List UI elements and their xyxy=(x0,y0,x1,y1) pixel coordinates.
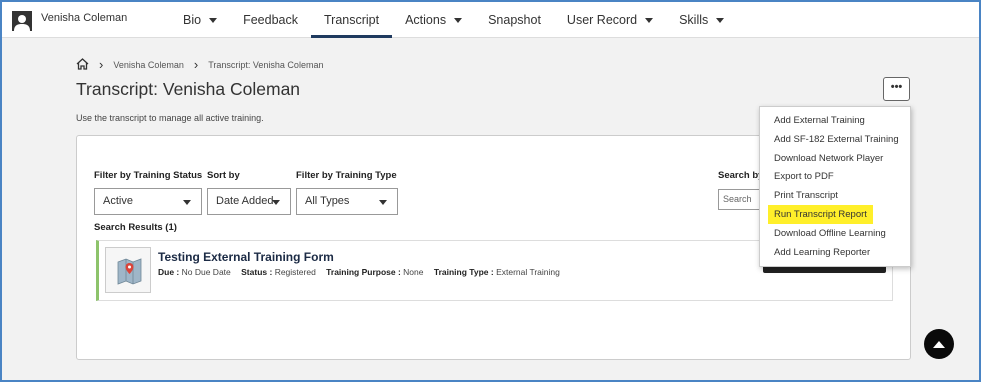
menu-item-print-transcript[interactable]: Print Transcript xyxy=(760,187,910,206)
menu-item-label: Download Offline Learning xyxy=(774,227,886,239)
menu-item-add-external-training[interactable]: Add External Training xyxy=(760,112,910,131)
chevron-right-icon: › xyxy=(193,57,199,72)
chevron-right-icon: › xyxy=(99,57,104,72)
top-navigation: Venisha Coleman Bio Feedback Transcript … xyxy=(2,2,979,38)
menu-item-label: Download Network Player xyxy=(774,152,884,164)
menu-item-download-network-player[interactable]: Download Network Player xyxy=(760,150,910,169)
chevron-down-icon xyxy=(183,200,191,205)
tab-bio[interactable]: Bio xyxy=(170,2,230,38)
home-icon[interactable] xyxy=(76,57,89,72)
type-value: External Training xyxy=(496,267,560,277)
tab-label: Skills xyxy=(679,13,709,27)
menu-item-run-transcript-report[interactable]: Run Transcript Report xyxy=(760,204,910,225)
tab-label: Feedback xyxy=(243,13,298,27)
tab-label: Snapshot xyxy=(488,13,541,27)
type-label: Training Type : xyxy=(433,267,494,277)
chevron-down-icon xyxy=(379,200,387,205)
menu-item-label: Export to PDF xyxy=(774,171,834,183)
sort-label: Sort by xyxy=(207,170,240,181)
type-filter-label: Filter by Training Type xyxy=(296,170,397,181)
chevron-up-icon xyxy=(933,341,945,348)
menu-item-add-sf182-training[interactable]: Add SF-182 External Training xyxy=(760,131,910,150)
sort-select[interactable]: Date Added xyxy=(207,188,291,215)
menu-item-label: Add External Training xyxy=(774,115,865,126)
menu-item-label: Print Transcript xyxy=(774,190,838,202)
tab-label: Bio xyxy=(183,13,202,27)
menu-item-label: Run Transcript Report xyxy=(768,204,873,224)
page-description: Use the transcript to manage all active … xyxy=(76,113,264,123)
nav-tabs: Bio Feedback Transcript Actions Snapshot… xyxy=(170,2,737,38)
training-meta: Due : No Due Date Status : Registered Tr… xyxy=(158,267,560,277)
status-value: Registered xyxy=(274,267,316,277)
tab-actions[interactable]: Actions xyxy=(392,2,475,38)
tab-transcript[interactable]: Transcript xyxy=(310,2,393,38)
purpose-label: Training Purpose : xyxy=(326,267,401,277)
tab-label: User Record xyxy=(566,13,638,27)
chevron-down-icon xyxy=(645,17,654,23)
training-title[interactable]: Testing External Training Form xyxy=(158,250,334,264)
type-filter-select[interactable]: All Types xyxy=(296,188,398,215)
chevron-down-icon xyxy=(454,17,463,23)
tab-label: Actions xyxy=(405,13,447,27)
tab-skills[interactable]: Skills xyxy=(666,2,737,38)
menu-item-label: Add Learning Reporter xyxy=(774,246,871,258)
chevron-down-icon xyxy=(209,17,218,23)
status-filter-select[interactable]: Active xyxy=(94,188,202,215)
breadcrumb: › Venisha Coleman › Transcript: Venisha … xyxy=(76,57,323,72)
status-label: Status : xyxy=(241,267,273,277)
tab-feedback[interactable]: Feedback xyxy=(230,2,311,38)
chevron-down-icon xyxy=(272,200,280,205)
more-options-button[interactable]: ••• xyxy=(883,77,910,101)
menu-item-export-pdf[interactable]: Export to PDF xyxy=(760,168,910,187)
training-thumbnail xyxy=(105,247,151,293)
search-results-label: Search Results (1) xyxy=(94,222,177,233)
search-label: Search by xyxy=(718,170,764,181)
due-value: No Due Date xyxy=(181,267,231,277)
status-filter-label: Filter by Training Status xyxy=(94,170,203,181)
chevron-down-icon xyxy=(716,17,725,23)
avatar-icon xyxy=(12,11,32,31)
user-profile[interactable]: Venisha Coleman xyxy=(12,11,127,31)
type-filter-value: All Types xyxy=(305,195,350,207)
menu-item-add-learning-reporter[interactable]: Add Learning Reporter xyxy=(760,244,910,263)
breadcrumb-user[interactable]: Venisha Coleman xyxy=(113,60,184,70)
menu-item-label: Add SF-182 External Training xyxy=(774,133,899,145)
menu-item-download-offline-learning[interactable]: Download Offline Learning xyxy=(760,225,910,244)
screenshot-frame: Venisha Coleman Bio Feedback Transcript … xyxy=(0,0,981,382)
purpose-value: None xyxy=(403,267,424,277)
tab-label: Transcript xyxy=(323,12,380,27)
breadcrumb-current: Transcript: Venisha Coleman xyxy=(208,59,324,70)
status-filter-value: Active xyxy=(103,195,133,207)
tab-user-record[interactable]: User Record xyxy=(554,2,666,38)
sort-value: Date Added xyxy=(216,195,274,207)
page-title: Transcript: Venisha Coleman xyxy=(76,79,301,99)
tab-snapshot[interactable]: Snapshot xyxy=(475,2,554,38)
scroll-to-top-button[interactable] xyxy=(924,329,954,359)
more-options-menu: Add External Training Add SF-182 Externa… xyxy=(759,106,911,267)
user-name: Venisha Coleman xyxy=(41,12,128,24)
due-label: Due : xyxy=(158,267,180,277)
